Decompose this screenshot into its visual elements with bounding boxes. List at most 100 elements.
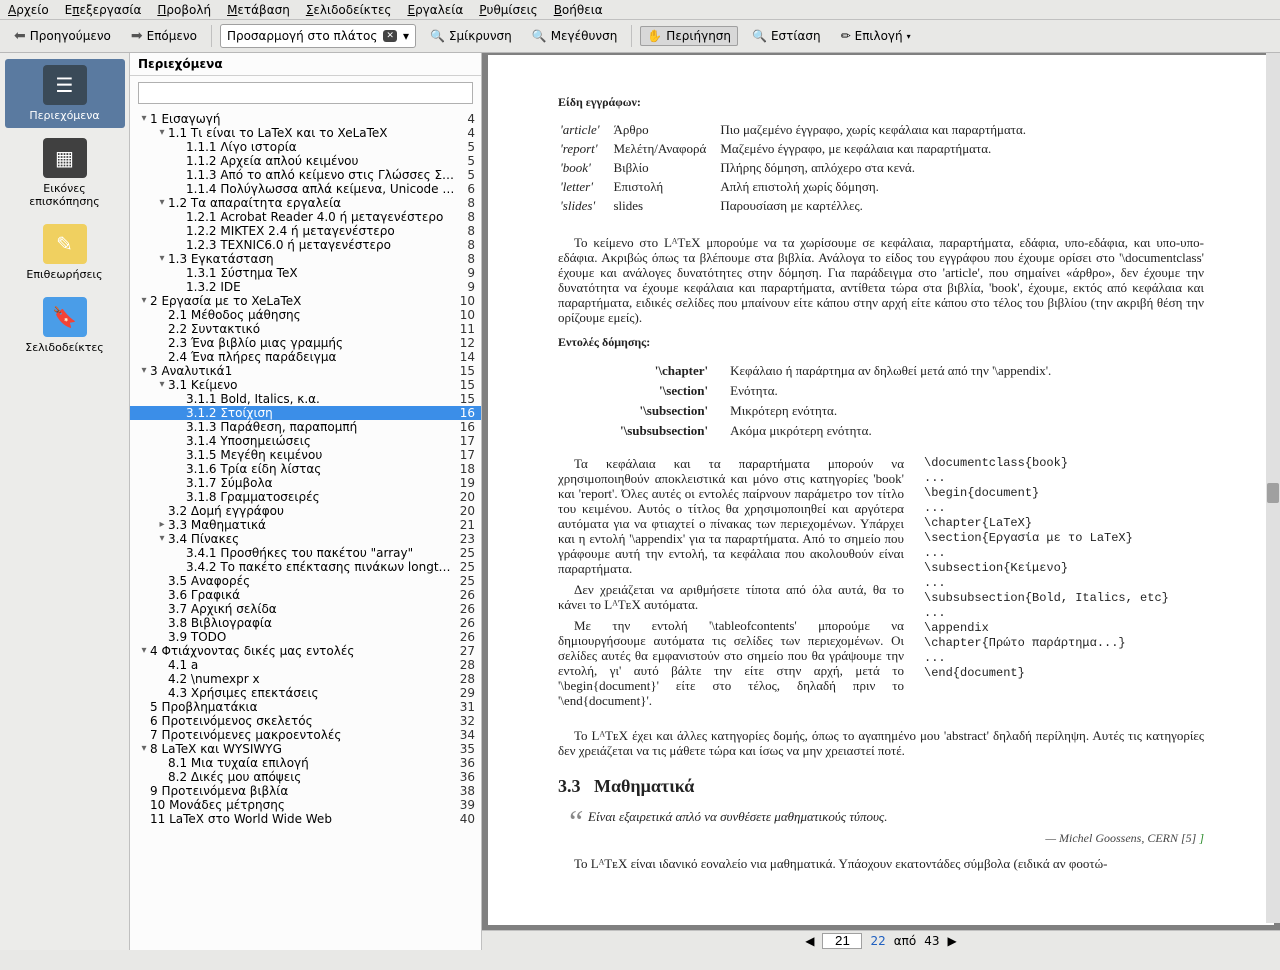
previous-button[interactable]: ⬅Προηγούμενο bbox=[8, 26, 117, 46]
toc-item[interactable]: 3.5 Αναφορές25 bbox=[130, 574, 481, 588]
menu-ρυθμίσεις[interactable]: Ρυθμίσεις bbox=[479, 3, 537, 17]
zoom-out-button[interactable]: 🔍Σμίκρυνση bbox=[424, 27, 518, 45]
expand-icon[interactable]: ▾ bbox=[156, 252, 168, 266]
prev-page-button[interactable]: ◀ bbox=[805, 934, 814, 948]
zoom-in-button[interactable]: 🔍Μεγέθυνση bbox=[526, 27, 624, 45]
toc-item[interactable]: 2.3 Ένα βιβλίο μιας γραμμής12 bbox=[130, 336, 481, 350]
toc-item[interactable]: ▸3.3 Μαθηματικά21 bbox=[130, 518, 481, 532]
menu-μετάβαση[interactable]: Μετάβαση bbox=[227, 3, 290, 17]
toc-item[interactable]: 3.4.2 Το πακέτο επέκτασης πινάκων longta… bbox=[130, 560, 481, 574]
toc-item[interactable]: 1.2.3 TEXNIC6.0 ή μεταγενέστερο8 bbox=[130, 238, 481, 252]
toc-item[interactable]: ▾1.3 Εγκατάσταση8 bbox=[130, 252, 481, 266]
toc-item[interactable]: 3.2 Δομή εγγράφου20 bbox=[130, 504, 481, 518]
toc-item[interactable]: 1.1.1 Λίγο ιστορία5 bbox=[130, 140, 481, 154]
menu-επεξεργασία[interactable]: Επεξεργασία bbox=[65, 3, 142, 17]
expand-icon[interactable]: ▸ bbox=[156, 518, 168, 532]
toc-tree[interactable]: ▾1 Εισαγωγή4▾1.1 Τι είναι το LaTeX και τ… bbox=[130, 110, 481, 950]
toc-item[interactable]: 8.1 Μια τυχαία επιλογή36 bbox=[130, 756, 481, 770]
menu-προβολή[interactable]: Προβολή bbox=[157, 3, 211, 17]
toc-page: 25 bbox=[455, 546, 475, 560]
toc-item[interactable]: 7 Προτεινόμενες μακροεντολές34 bbox=[130, 728, 481, 742]
next-page-button[interactable]: ▶ bbox=[948, 934, 957, 948]
toc-title: 6 Προτεινόμενος σκελετός bbox=[150, 714, 455, 728]
toc-item[interactable]: ▾1 Εισαγωγή4 bbox=[130, 112, 481, 126]
clear-icon[interactable]: ✕ bbox=[383, 30, 397, 42]
toc-item[interactable]: 3.1.8 Γραμματοσειρές20 bbox=[130, 490, 481, 504]
toc-item[interactable]: 2.4 Ένα πλήρες παράδειγμα14 bbox=[130, 350, 481, 364]
toc-item[interactable]: 2.1 Μέθοδος μάθησης10 bbox=[130, 308, 481, 322]
expand-icon[interactable]: ▾ bbox=[138, 644, 150, 658]
expand-icon[interactable]: ▾ bbox=[156, 378, 168, 392]
toc-title: 11 LaTeX στο World Wide Web bbox=[150, 812, 455, 826]
next-button[interactable]: ➡Επόμενο bbox=[125, 26, 203, 46]
toc-item[interactable]: 1.1.4 Πολύγλωσσα απλά κείμενα, Unicode κ… bbox=[130, 182, 481, 196]
toc-item[interactable]: ▾1.2 Τα απαραίτητα εργαλεία8 bbox=[130, 196, 481, 210]
toc-item[interactable]: 1.1.3 Από το απλό κείμενο στις Γλώσσες Σ… bbox=[130, 168, 481, 182]
toc-item[interactable]: ▾3.4 Πίνακες23 bbox=[130, 532, 481, 546]
toc-item[interactable]: 3.1.5 Μεγέθη κειμένου17 bbox=[130, 448, 481, 462]
expand-icon[interactable]: ▾ bbox=[156, 196, 168, 210]
expand-icon[interactable]: ▾ bbox=[138, 742, 150, 756]
toc-item[interactable]: 1.3.1 Σύστημα TeX9 bbox=[130, 266, 481, 280]
menu-βοήθεια[interactable]: Βοήθεια bbox=[554, 3, 603, 17]
toc-page: 5 bbox=[455, 140, 475, 154]
toc-item[interactable]: 10 Μονάδες μέτρησης39 bbox=[130, 798, 481, 812]
expand-icon[interactable]: ▾ bbox=[138, 112, 150, 126]
nav-item-1[interactable]: ▦Εικόνες επισκόπησης bbox=[5, 132, 125, 214]
toc-page: 18 bbox=[455, 462, 475, 476]
toc-search-input[interactable] bbox=[138, 82, 473, 104]
toc-page: 28 bbox=[455, 658, 475, 672]
toc-title: 1.3.2 IDE bbox=[186, 280, 455, 294]
toc-item[interactable]: 3.1.4 Υποσημειώσεις17 bbox=[130, 434, 481, 448]
toc-item[interactable]: 4.3 Χρήσιμες επεκτάσεις29 bbox=[130, 686, 481, 700]
toc-item[interactable]: 6 Προτεινόμενος σκελετός32 bbox=[130, 714, 481, 728]
toc-item[interactable]: 4.1 a28 bbox=[130, 658, 481, 672]
menu-αρχείο[interactable]: Αρχείο bbox=[8, 3, 49, 17]
toc-item[interactable]: 3.1.2 Στοίχιση16 bbox=[130, 406, 481, 420]
toc-item[interactable]: ▾1.1 Τι είναι το LaTeX και το XeLaTeX4 bbox=[130, 126, 481, 140]
selection-tool-button[interactable]: ✏Επιλογή▾ bbox=[835, 27, 917, 45]
vertical-scrollbar[interactable] bbox=[1266, 53, 1280, 923]
browse-tool-button[interactable]: ✋Περιήγηση bbox=[640, 26, 738, 46]
toc-item[interactable]: 1.2.1 Acrobat Reader 4.0 ή μεταγενέστερο… bbox=[130, 210, 481, 224]
toc-item[interactable]: ▾4 Φτιάχνοντας δικές μας εντολές27 bbox=[130, 644, 481, 658]
toc-item[interactable]: 3.6 Γραφικά26 bbox=[130, 588, 481, 602]
toc-item[interactable]: 3.1.3 Παράθεση, παραπομπή16 bbox=[130, 420, 481, 434]
expand-icon[interactable]: ▾ bbox=[156, 126, 168, 140]
toc-item[interactable]: 1.3.2 IDE9 bbox=[130, 280, 481, 294]
toc-item[interactable]: 1.2.2 MIKTEX 2.4 ή μεταγενέστερο8 bbox=[130, 224, 481, 238]
document-view[interactable]: Είδη εγγράφων: 'article'ΆρθροΠιο μαζεμέν… bbox=[482, 53, 1280, 950]
toc-item[interactable]: 3.7 Αρχική σελίδα26 bbox=[130, 602, 481, 616]
expand-icon[interactable]: ▾ bbox=[156, 532, 168, 546]
toc-item[interactable]: 3.8 Βιβλιογραφία26 bbox=[130, 616, 481, 630]
nav-item-3[interactable]: 🔖Σελιδοδείκτες bbox=[5, 291, 125, 360]
toc-item[interactable]: ▾3.1 Κείμενο15 bbox=[130, 378, 481, 392]
expand-icon[interactable]: ▾ bbox=[138, 364, 150, 378]
toc-item[interactable]: 3.4.1 Προσθήκες του πακέτου "array"25 bbox=[130, 546, 481, 560]
toc-item[interactable]: 3.1.6 Τρία είδη λίστας18 bbox=[130, 462, 481, 476]
edit-icon: ✏ bbox=[841, 29, 851, 43]
toc-item[interactable]: ▾3 Αναλυτικά115 bbox=[130, 364, 481, 378]
toc-item[interactable]: 3.1.7 Σύμβολα19 bbox=[130, 476, 481, 490]
toc-item[interactable]: 3.9 TODO26 bbox=[130, 630, 481, 644]
next-page-link[interactable]: 22 bbox=[870, 934, 885, 948]
nav-item-2[interactable]: ✎Επιθεωρήσεις bbox=[5, 218, 125, 287]
toc-item[interactable]: 4.2 \numexpr x28 bbox=[130, 672, 481, 686]
focus-tool-button[interactable]: 🔍Εστίαση bbox=[746, 27, 827, 45]
toc-item[interactable]: 1.1.2 Αρχεία απλού κειμένου5 bbox=[130, 154, 481, 168]
nav-item-0[interactable]: ☰Περιεχόμενα bbox=[5, 59, 125, 128]
page-number-input[interactable] bbox=[822, 933, 862, 949]
menu-εργαλεία[interactable]: Εργαλεία bbox=[407, 3, 463, 17]
toc-item[interactable]: ▾8 LaTeX και WYSIWYG35 bbox=[130, 742, 481, 756]
toc-item[interactable]: 5 Προβληματάκια31 bbox=[130, 700, 481, 714]
toc-item[interactable]: 3.1.1 Bold, Italics, κ.α.15 bbox=[130, 392, 481, 406]
toc-item[interactable]: 11 LaTeX στο World Wide Web40 bbox=[130, 812, 481, 826]
menu-σελιδοδείκτες[interactable]: Σελιδοδείκτες bbox=[306, 3, 392, 17]
toc-title: 4.1 a bbox=[168, 658, 455, 672]
expand-icon[interactable]: ▾ bbox=[138, 294, 150, 308]
zoom-mode-select[interactable]: Προσαρμογή στο πλάτος ✕ ▾ bbox=[220, 24, 416, 48]
toc-item[interactable]: 2.2 Συντακτικό11 bbox=[130, 322, 481, 336]
toc-item[interactable]: 9 Προτεινόμενα βιβλία38 bbox=[130, 784, 481, 798]
toc-item[interactable]: ▾2 Εργασία με το XeLaTeX10 bbox=[130, 294, 481, 308]
toc-item[interactable]: 8.2 Δικές μου απόψεις36 bbox=[130, 770, 481, 784]
